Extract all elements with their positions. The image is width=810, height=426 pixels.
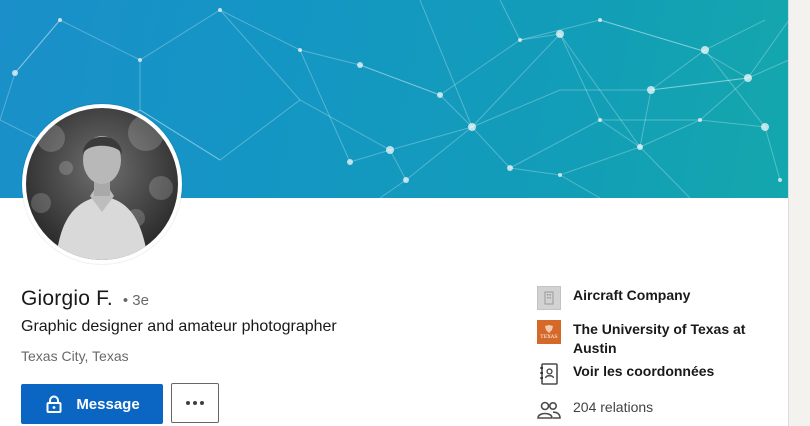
avatar[interactable] xyxy=(22,104,182,264)
message-button[interactable]: Message xyxy=(21,384,163,424)
profile-name: Giorgio F. xyxy=(21,287,113,310)
connections-link[interactable]: 204 relations xyxy=(537,398,773,422)
message-button-label: Message xyxy=(76,395,140,413)
profile-headline: Graphic designer and amateur photographe… xyxy=(21,318,337,335)
company-logo xyxy=(537,286,561,310)
connection-degree: • 3e xyxy=(122,292,149,309)
address-book-icon xyxy=(537,362,561,386)
profile-location: Texas City, Texas xyxy=(21,348,129,364)
contact-info-label: Voir les coordonnées xyxy=(573,363,715,379)
education-school[interactable]: TEXAS The University of Texas at Austin xyxy=(537,320,773,358)
school-name: The University of Texas at Austin xyxy=(573,321,746,356)
university-logo-text: TEXAS xyxy=(540,333,558,340)
more-actions-button[interactable] xyxy=(171,383,219,423)
lock-icon xyxy=(44,394,64,414)
people-icon xyxy=(537,398,561,422)
more-horizontal-icon xyxy=(186,401,204,405)
profile-photo xyxy=(26,108,178,260)
connections-count: 204 relations xyxy=(573,399,654,415)
profile-card: Giorgio F. • 3e Graphic designer and ama… xyxy=(0,0,789,426)
company-name: Aircraft Company xyxy=(573,287,691,303)
current-company[interactable]: Aircraft Company xyxy=(537,286,773,310)
university-logo: TEXAS xyxy=(537,320,561,344)
contact-info-link[interactable]: Voir les coordonnées xyxy=(537,362,773,386)
